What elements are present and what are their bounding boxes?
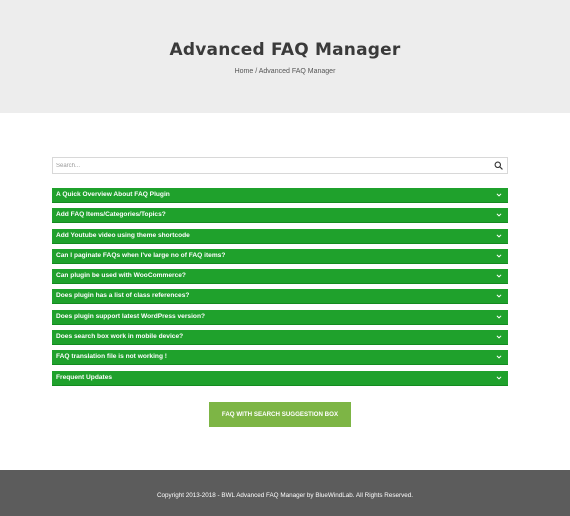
- faq-accordion: A Quick Overview About FAQ Plugin Add FAQ…: [52, 188, 508, 391]
- faq-question: Does plugin support latest WordPress ver…: [56, 312, 205, 320]
- chevron-down-icon[interactable]: [496, 354, 502, 360]
- breadcrumb-current: Advanced FAQ Manager: [258, 68, 336, 75]
- faq-search-suggestion-button[interactable]: FAQ WITH SEARCH SUGGESTION BOX: [209, 402, 351, 427]
- faq-item[interactable]: Can I paginate FAQs when I've large no o…: [52, 248, 508, 264]
- faq-item[interactable]: Add Youtube video using theme shortcode: [52, 228, 508, 244]
- breadcrumb: Home / Advanced FAQ Manager: [0, 68, 570, 75]
- copyright-text: Copyright 2013-2018 - BWL Advanced FAQ M…: [157, 492, 413, 499]
- search-icon[interactable]: [494, 161, 503, 170]
- breadcrumb-home-link[interactable]: Home: [235, 68, 254, 75]
- breadcrumb-separator: /: [255, 68, 258, 75]
- chevron-down-icon[interactable]: [496, 293, 502, 299]
- faq-question: Add Youtube video using theme shortcode: [56, 231, 190, 239]
- footer: Copyright 2013-2018 - BWL Advanced FAQ M…: [0, 470, 570, 516]
- chevron-down-icon[interactable]: [496, 375, 502, 381]
- faq-item[interactable]: Does plugin support latest WordPress ver…: [52, 309, 508, 325]
- faq-question: Add FAQ Items/Categories/Topics?: [56, 211, 166, 219]
- faq-question: A Quick Overview About FAQ Plugin: [56, 191, 170, 198]
- page-header: Advanced FAQ Manager Home / Advanced FAQ…: [0, 0, 570, 113]
- chevron-down-icon[interactable]: [496, 233, 502, 239]
- faq-search-box: [52, 157, 508, 174]
- faq-question: FAQ translation file is not working !: [56, 353, 168, 361]
- faq-item[interactable]: Can plugin be used with WooCommerce?: [52, 269, 508, 285]
- faq-item[interactable]: Does plugin has a list of class referenc…: [52, 289, 508, 305]
- faq-item[interactable]: FAQ translation file is not working !: [52, 350, 508, 366]
- chevron-down-icon[interactable]: [496, 273, 502, 279]
- faq-item[interactable]: Add FAQ Items/Categories/Topics?: [52, 208, 508, 224]
- faq-question: Frequent Updates: [56, 373, 113, 381]
- chevron-down-icon[interactable]: [496, 192, 502, 198]
- faq-question: Can I paginate FAQs when I've large no o…: [56, 251, 226, 259]
- faq-question: Does plugin has a list of class referenc…: [56, 292, 190, 300]
- chevron-down-icon[interactable]: [496, 334, 502, 340]
- faq-question: Does search box work in mobile device?: [56, 333, 184, 341]
- faq-question: Can plugin be used with WooCommerce?: [56, 272, 186, 280]
- faq-item[interactable]: A Quick Overview About FAQ Plugin: [52, 188, 508, 203]
- faq-item[interactable]: Frequent Updates: [52, 370, 508, 386]
- chevron-down-icon[interactable]: [496, 253, 502, 259]
- page-title: Advanced FAQ Manager: [169, 40, 401, 60]
- chevron-down-icon[interactable]: [496, 314, 502, 320]
- faq-item[interactable]: Does search box work in mobile device?: [52, 330, 508, 346]
- search-input[interactable]: [53, 158, 483, 173]
- chevron-down-icon[interactable]: [496, 212, 502, 218]
